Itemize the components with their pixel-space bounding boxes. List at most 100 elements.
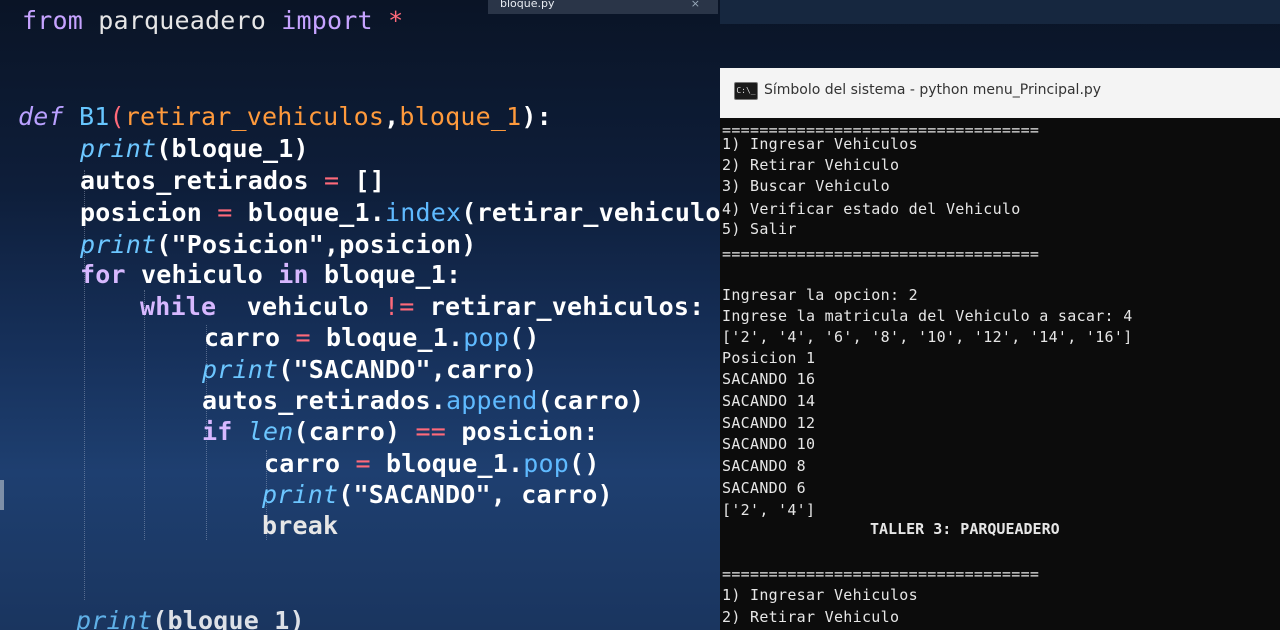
- code-text: carro: [264, 449, 356, 478]
- code-text: retirar_vehiculos:: [414, 292, 705, 321]
- operator: =: [324, 166, 340, 195]
- console-line: ==================================: [722, 245, 1040, 263]
- code-line-import[interactable]: from parqueadero import *: [22, 6, 403, 36]
- code-text: ("SACANDO",carro): [278, 355, 538, 384]
- console-line: 2) Retirar Vehiculo: [722, 608, 900, 626]
- punctuation: ):: [521, 102, 552, 131]
- code-line[interactable]: carro = bloque_1.pop(): [204, 323, 540, 353]
- console-line: ['2', '4']: [722, 501, 816, 519]
- code-line[interactable]: print("SACANDO", carro): [262, 480, 613, 510]
- punctuation: (: [109, 102, 125, 131]
- console-line: SACANDO 16: [722, 370, 816, 388]
- operator: ==: [415, 417, 447, 446]
- code-text: (): [569, 449, 600, 478]
- operator: =: [217, 198, 233, 227]
- console-line: 5) Salir: [722, 220, 797, 238]
- editor-tab-bar: [720, 0, 1280, 24]
- code-line-def[interactable]: def B1(retirar_vehiculos,bloque_1):: [18, 102, 552, 132]
- code-line[interactable]: for vehiculo in bloque_1:: [80, 260, 461, 290]
- code-line[interactable]: while vehiculo != retirar_vehiculos:: [140, 292, 704, 322]
- editor-tab[interactable]: bloque.py ×: [488, 0, 718, 14]
- console-line: SACANDO 12: [722, 414, 816, 432]
- editor-tab-label: bloque.py: [500, 0, 555, 10]
- code-text: parqueadero: [83, 6, 282, 35]
- code-line[interactable]: if len(carro) == posicion:: [202, 417, 599, 447]
- builtin: print: [202, 355, 279, 384]
- console-titlebar[interactable]: C:\_ Símbolo del sistema - python menu_P…: [720, 68, 1280, 118]
- code-text: ("SACANDO", carro): [338, 480, 613, 509]
- builtin: print: [262, 480, 339, 509]
- builtin: print: [80, 230, 157, 259]
- code-line[interactable]: break: [262, 511, 338, 541]
- code-line[interactable]: autos_retirados.append(carro): [202, 386, 644, 416]
- console-title: Símbolo del sistema - python menu_Princi…: [764, 82, 1102, 98]
- console-banner: TALLER 3: PARQUEADERO: [870, 520, 1060, 538]
- keyword: from: [22, 6, 84, 35]
- parameter: bloque_1: [399, 102, 522, 131]
- console-line: Ingrese la matricula del Vehiculo a saca…: [722, 307, 1133, 325]
- method: append: [446, 386, 538, 415]
- code-line[interactable]: autos_retirados = []: [80, 166, 385, 196]
- console-line: SACANDO 10: [722, 435, 816, 453]
- operator: !=: [384, 292, 415, 321]
- console-line: SACANDO 14: [722, 392, 816, 410]
- console-line: SACANDO 8: [722, 457, 806, 475]
- console-line: SACANDO 6: [722, 479, 806, 497]
- code-text: bloque_1:: [308, 260, 462, 289]
- operator: =: [295, 323, 311, 352]
- console-line: Posicion 1: [722, 349, 816, 367]
- code-text: []: [339, 166, 386, 195]
- console-line: 2) Retirar Vehiculo: [722, 156, 900, 174]
- code-text: (carro): [293, 417, 416, 446]
- indent-guide: [144, 290, 146, 540]
- code-line[interactable]: print("SACANDO",carro): [202, 355, 538, 385]
- console-line: Ingresar la opcion: 2: [722, 286, 918, 304]
- builtin: print: [80, 134, 157, 163]
- code-text: (carro): [537, 386, 645, 415]
- console-line: 3) Buscar Vehiculo: [722, 177, 890, 195]
- console-line: 1) Ingresar Vehiculos: [722, 586, 918, 604]
- method: pop: [463, 323, 510, 352]
- code-line[interactable]: carro = bloque_1.pop(): [264, 449, 600, 479]
- punctuation: ,: [384, 102, 400, 131]
- close-icon[interactable]: ×: [691, 0, 700, 10]
- function-name: B1: [63, 102, 110, 131]
- console-line: ==================================: [722, 565, 1040, 583]
- keyword: import: [281, 6, 373, 35]
- builtin: len: [232, 417, 294, 446]
- parameter: retirar_vehiculos: [124, 102, 385, 131]
- code-text: vehiculo: [125, 260, 279, 289]
- code-text: bloque_1.: [232, 198, 386, 227]
- code-text: bloque_1.: [370, 449, 524, 478]
- code-line[interactable]: print("Posicion",posicion): [80, 230, 477, 260]
- code-line[interactable]: print(bloque_1): [76, 606, 305, 630]
- keyword: def: [18, 102, 64, 131]
- console-output[interactable]: ================================== 1) In…: [720, 118, 1280, 630]
- code-text: autos_retirados.: [202, 386, 447, 415]
- keyword: in: [278, 260, 309, 289]
- code-line[interactable]: posicion = bloque_1.index(retirar_vehicu…: [80, 198, 736, 228]
- keyword: while: [140, 292, 217, 321]
- code-text: posicion: [80, 198, 218, 227]
- code-text: bloque_1.: [310, 323, 464, 352]
- code-text: autos_retirados: [80, 166, 325, 195]
- keyword: for: [80, 260, 126, 289]
- command-prompt-window[interactable]: C:\_ Símbolo del sistema - python menu_P…: [720, 68, 1280, 630]
- code-text: (retirar_vehiculos: [461, 198, 736, 227]
- console-line: ['2', '4', '6', '8', '10', '12', '14', '…: [722, 328, 1133, 346]
- terminal-icon: C:\_: [734, 82, 758, 100]
- code-text: vehiculo: [216, 292, 385, 321]
- builtin: print: [76, 606, 153, 630]
- code-text: carro: [204, 323, 296, 352]
- code-text: posicion:: [446, 417, 599, 446]
- operator: *: [372, 6, 404, 35]
- gutter-marker: [0, 480, 4, 510]
- code-text: (bloque_1): [152, 606, 305, 630]
- console-line: 4) Verificar estado del Vehiculo: [722, 200, 1021, 218]
- code-line[interactable]: print(bloque_1): [80, 134, 309, 164]
- method: pop: [523, 449, 570, 478]
- code-text: (bloque_1): [156, 134, 309, 163]
- console-line: 1) Ingresar Vehiculos: [722, 135, 918, 153]
- code-text: ("Posicion",posicion): [156, 230, 477, 259]
- code-text: (): [509, 323, 540, 352]
